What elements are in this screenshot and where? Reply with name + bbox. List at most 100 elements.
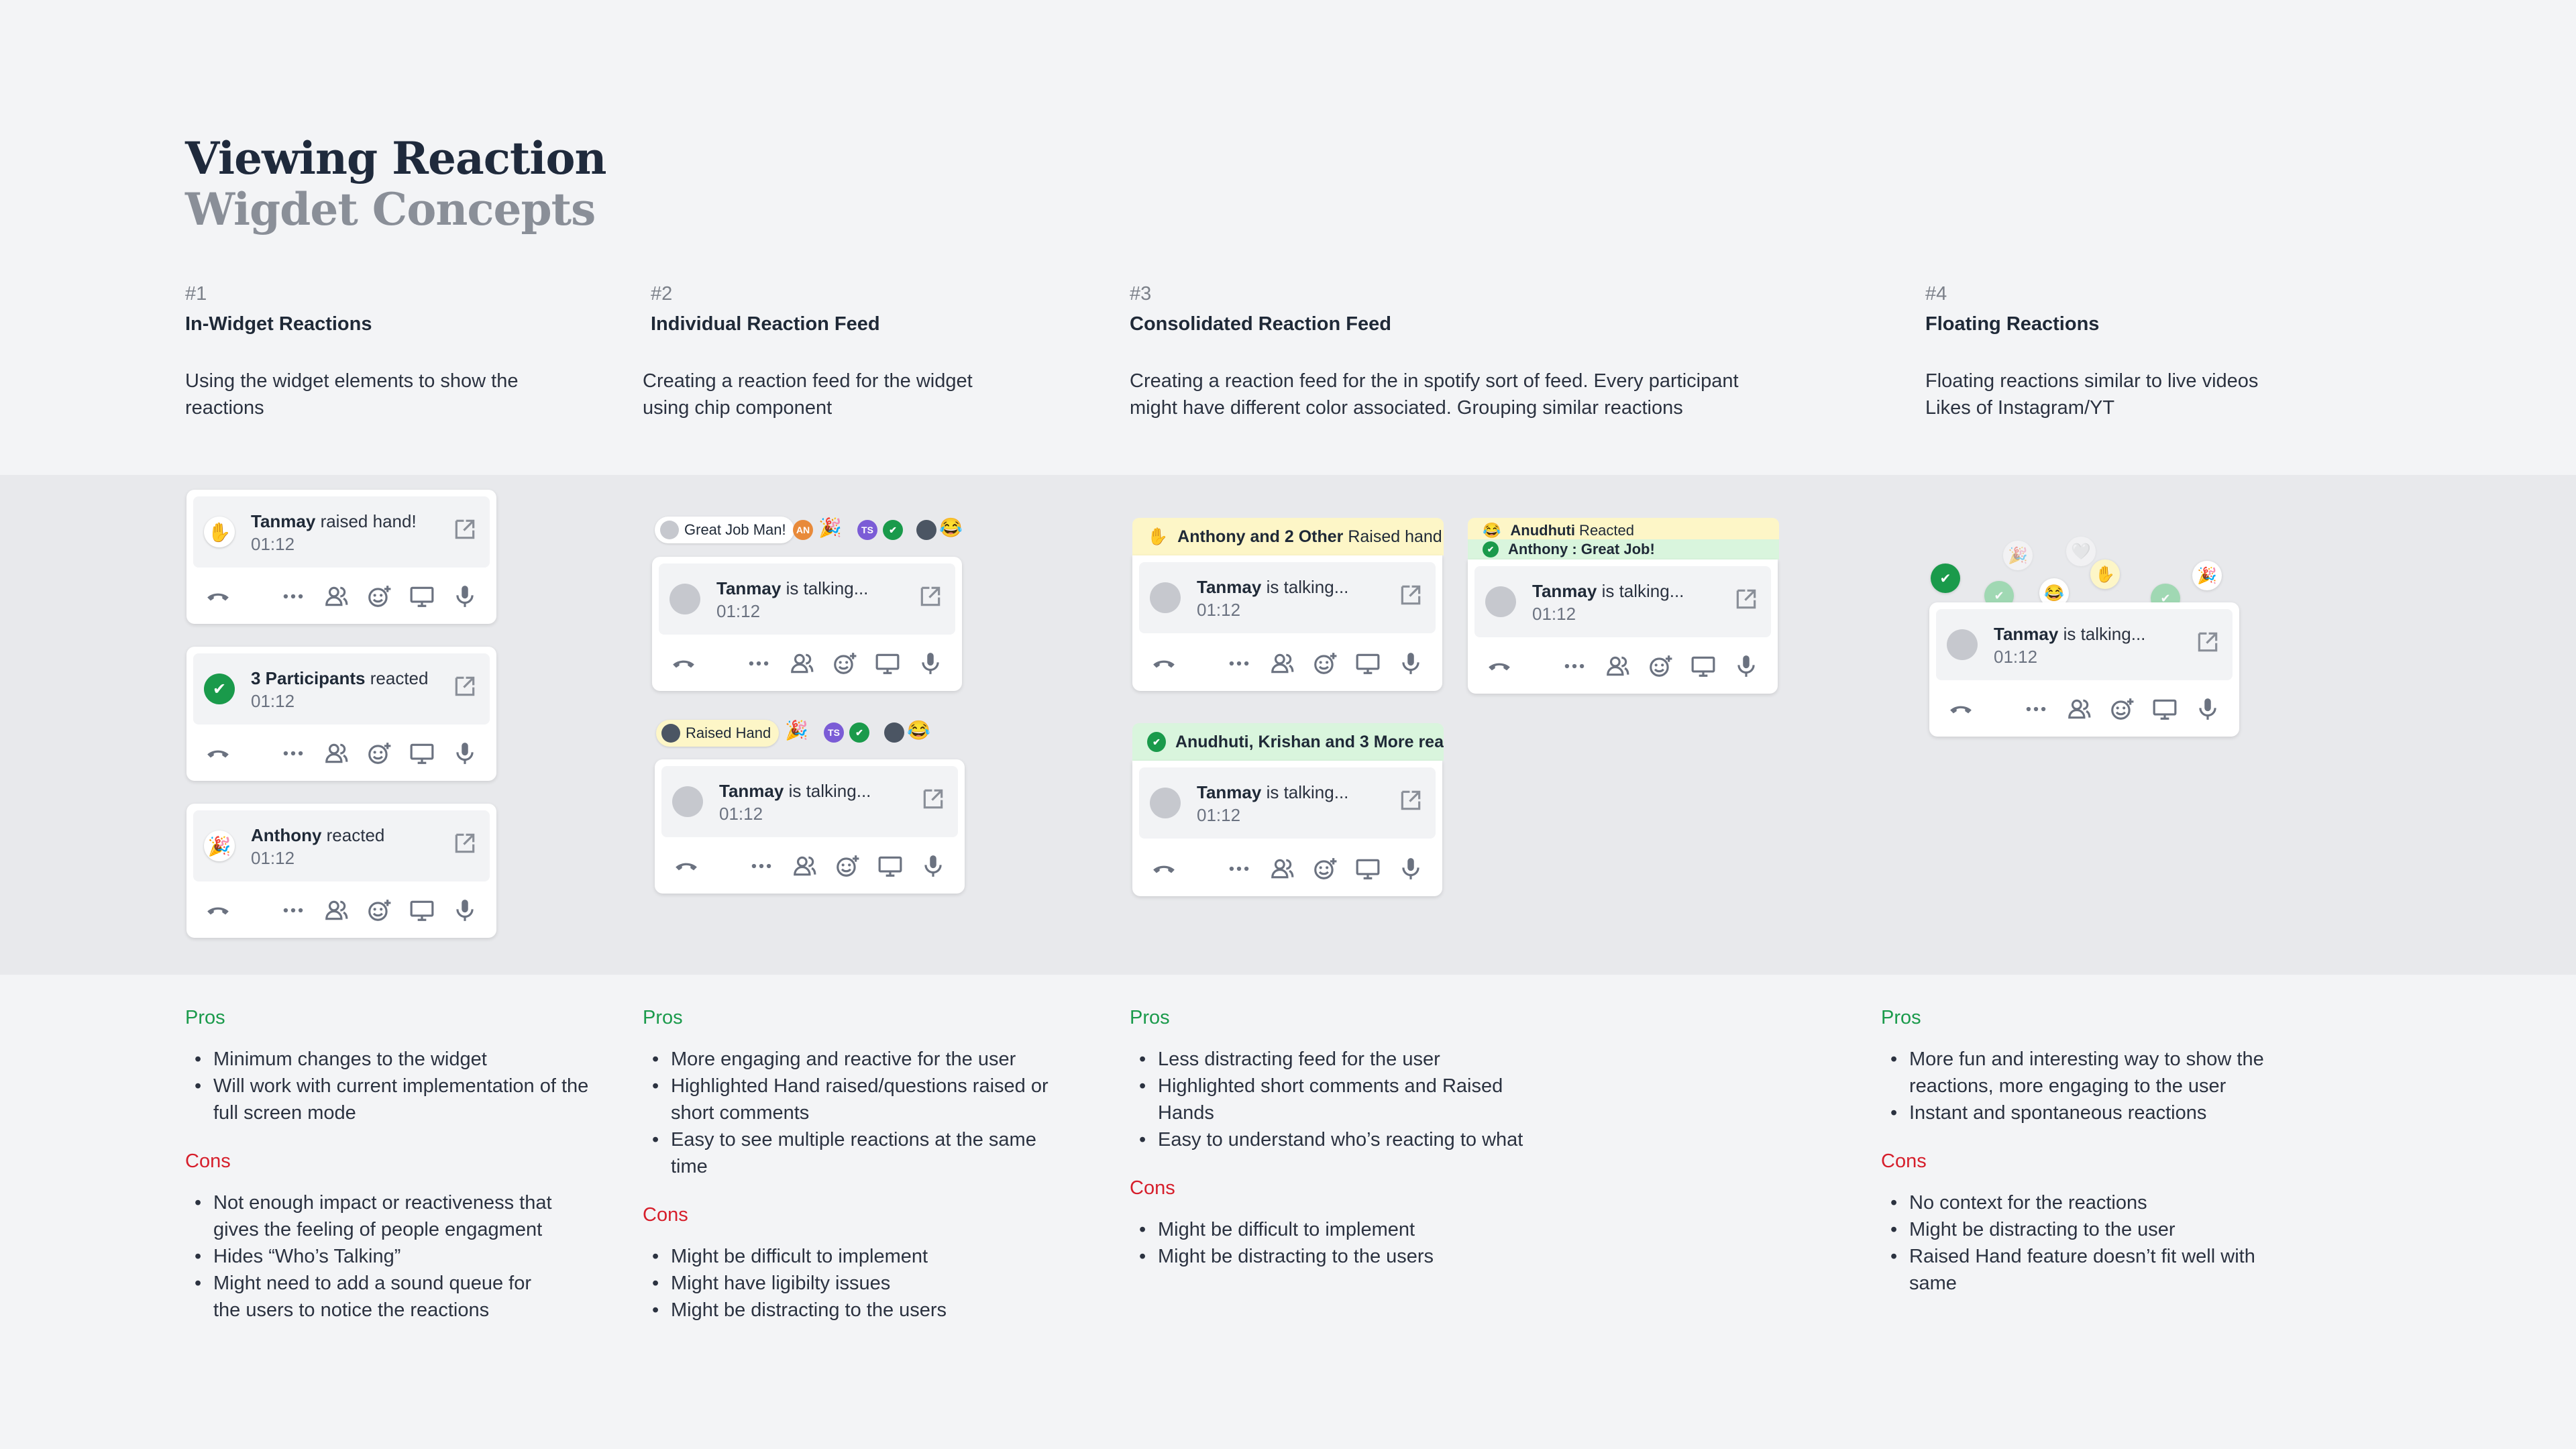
end-call-icon[interactable] bbox=[205, 584, 231, 609]
check-icon: ✔ bbox=[1147, 732, 1166, 752]
more-icon[interactable] bbox=[280, 741, 306, 766]
screen-share-icon[interactable] bbox=[409, 741, 435, 766]
end-call-icon[interactable] bbox=[1487, 653, 1512, 679]
widget-status: Tanmay is talking... bbox=[1532, 581, 1684, 601]
microphone-icon[interactable] bbox=[1733, 653, 1759, 679]
widget-talking: Tanmay is talking... 01:12 bbox=[1132, 761, 1442, 896]
screen-share-icon[interactable] bbox=[2152, 696, 2178, 722]
widget-toolbar bbox=[1468, 636, 1778, 694]
participants-icon[interactable] bbox=[1269, 856, 1295, 881]
check-icon: ✔ bbox=[1483, 541, 1499, 557]
widget-header: Tanmay is talking... 01:12 bbox=[1936, 609, 2233, 680]
participants-icon[interactable] bbox=[1269, 651, 1295, 676]
open-external-icon[interactable] bbox=[1398, 582, 1424, 608]
pros-list: Less distracting feed for the user Highl… bbox=[1130, 1046, 1559, 1153]
widget-participants-reacted: ✔ 3 Participants reacted 01:12 bbox=[186, 647, 496, 781]
participants-icon[interactable] bbox=[789, 651, 814, 676]
open-external-icon[interactable] bbox=[2195, 629, 2220, 655]
screen-share-icon[interactable] bbox=[409, 898, 435, 923]
microphone-icon[interactable] bbox=[1398, 856, 1424, 881]
end-call-icon[interactable] bbox=[1151, 651, 1177, 676]
page-title: Viewing Reaction bbox=[185, 132, 606, 184]
reaction-icon[interactable] bbox=[366, 584, 392, 609]
reaction-icon[interactable] bbox=[1312, 856, 1338, 881]
more-icon[interactable] bbox=[280, 898, 306, 923]
end-call-icon[interactable] bbox=[205, 741, 231, 766]
cons-list: Not enough impact or reactiveness that g… bbox=[185, 1189, 561, 1324]
open-external-icon[interactable] bbox=[918, 584, 943, 609]
cons-heading: Cons bbox=[1130, 1177, 1175, 1199]
more-icon[interactable] bbox=[1562, 653, 1587, 679]
avatar bbox=[1150, 788, 1181, 818]
microphone-icon[interactable] bbox=[452, 584, 478, 609]
widget-time: 01:12 bbox=[716, 601, 761, 621]
check-icon: ✔ bbox=[883, 520, 903, 540]
participants-icon[interactable] bbox=[1605, 653, 1630, 679]
open-external-icon[interactable] bbox=[1398, 788, 1424, 813]
avatar bbox=[660, 521, 679, 539]
proscons-concept-4: Pros More fun and interesting way to sho… bbox=[1881, 1004, 2310, 1297]
end-call-icon[interactable] bbox=[671, 651, 696, 676]
more-icon[interactable] bbox=[1226, 651, 1252, 676]
concept-4-title: Floating Reactions bbox=[1925, 313, 2100, 335]
screen-share-icon[interactable] bbox=[875, 651, 900, 676]
list-item: Will work with current implementation of… bbox=[185, 1073, 601, 1126]
widget-time: 01:12 bbox=[251, 691, 295, 711]
screen-share-icon[interactable] bbox=[1355, 651, 1381, 676]
more-icon[interactable] bbox=[746, 651, 771, 676]
end-call-icon[interactable] bbox=[1151, 856, 1177, 881]
concept-3-number: #3 bbox=[1130, 283, 1152, 305]
open-external-icon[interactable] bbox=[452, 830, 478, 856]
reaction-feed-banner-raised-hand: ✋ Anthony and 2 Other Raised hand bbox=[1132, 518, 1444, 555]
more-icon[interactable] bbox=[2023, 696, 2049, 722]
screen-share-icon[interactable] bbox=[1690, 653, 1716, 679]
reaction-chip-comment: Great Job Man! bbox=[655, 517, 794, 543]
party-popper-icon: 🎉 bbox=[785, 720, 808, 741]
pros-list: Minimum changes to the widget Will work … bbox=[185, 1046, 601, 1126]
screen-share-icon[interactable] bbox=[877, 853, 903, 879]
banner-text: Anudhuti, Krishan and 3 More rea bbox=[1175, 732, 1444, 751]
open-external-icon[interactable] bbox=[452, 674, 478, 699]
concept-1-number: #1 bbox=[185, 283, 207, 305]
microphone-icon[interactable] bbox=[452, 741, 478, 766]
banner-text: Anthony and 2 Other Raised hand bbox=[1177, 527, 1442, 546]
widget-status: Tanmay is talking... bbox=[716, 578, 869, 598]
reaction-icon[interactable] bbox=[2109, 696, 2135, 722]
end-call-icon[interactable] bbox=[674, 853, 699, 879]
screen-share-icon[interactable] bbox=[409, 584, 435, 609]
avatar: AN bbox=[793, 520, 813, 540]
open-external-icon[interactable] bbox=[1733, 586, 1759, 612]
participants-icon[interactable] bbox=[323, 898, 349, 923]
microphone-icon[interactable] bbox=[920, 853, 946, 879]
participants-icon[interactable] bbox=[792, 853, 817, 879]
open-external-icon[interactable] bbox=[452, 517, 478, 542]
reaction-icon[interactable] bbox=[1312, 651, 1338, 676]
avatar: TS bbox=[857, 520, 877, 540]
list-item: No context for the reactions bbox=[1881, 1189, 2257, 1216]
widget-header: Tanmay is talking... 01:12 bbox=[659, 564, 955, 635]
cons-list: Might be difficult to implement Might ha… bbox=[643, 1243, 1072, 1324]
concept-3-desc: Creating a reaction feed for the in spot… bbox=[1130, 370, 1739, 419]
pros-heading: Pros bbox=[1881, 1007, 1921, 1028]
microphone-icon[interactable] bbox=[918, 651, 943, 676]
more-icon[interactable] bbox=[280, 584, 306, 609]
reaction-icon[interactable] bbox=[1648, 653, 1673, 679]
end-call-icon[interactable] bbox=[205, 898, 231, 923]
open-external-icon[interactable] bbox=[920, 786, 946, 812]
cons-list: Might be difficult to implement Might be… bbox=[1130, 1216, 1559, 1270]
reaction-icon[interactable] bbox=[366, 898, 392, 923]
end-call-icon[interactable] bbox=[1948, 696, 1974, 722]
microphone-icon[interactable] bbox=[452, 898, 478, 923]
check-icon: ✔ bbox=[1931, 564, 1960, 593]
more-icon[interactable] bbox=[749, 853, 774, 879]
microphone-icon[interactable] bbox=[2195, 696, 2220, 722]
reaction-icon[interactable] bbox=[832, 651, 857, 676]
participants-icon[interactable] bbox=[323, 584, 349, 609]
more-icon[interactable] bbox=[1226, 856, 1252, 881]
reaction-icon[interactable] bbox=[835, 853, 860, 879]
participants-icon[interactable] bbox=[2066, 696, 2092, 722]
microphone-icon[interactable] bbox=[1398, 651, 1424, 676]
participants-icon[interactable] bbox=[323, 741, 349, 766]
reaction-icon[interactable] bbox=[366, 741, 392, 766]
screen-share-icon[interactable] bbox=[1355, 856, 1381, 881]
